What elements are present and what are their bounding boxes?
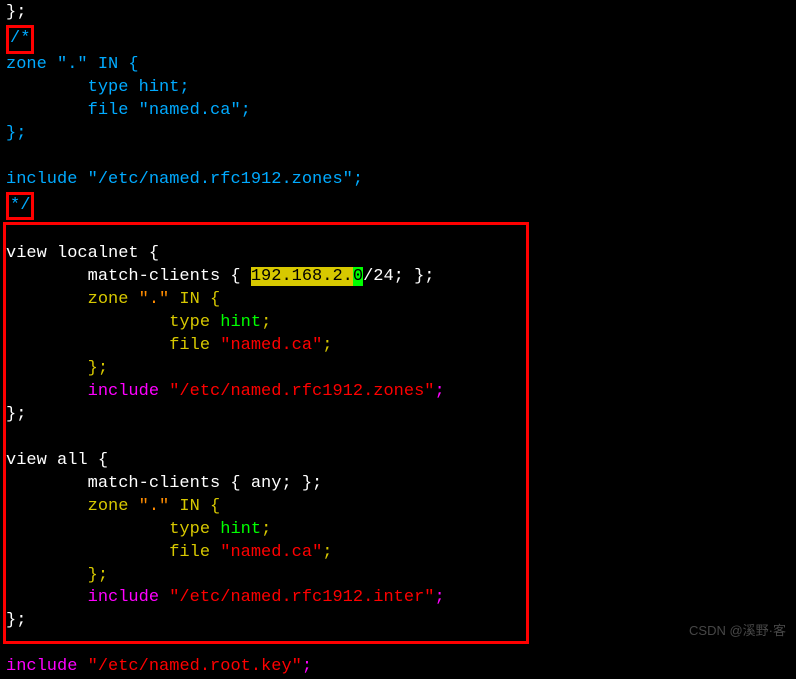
semi: ; bbox=[302, 657, 312, 676]
type-kw: type bbox=[6, 313, 220, 332]
match-clients-any: match-clients { any; }; bbox=[6, 474, 322, 493]
include-kw: include bbox=[6, 382, 169, 401]
include-val: "/etc/named.rfc1912.zones" bbox=[169, 382, 434, 401]
semi: ; bbox=[261, 313, 271, 332]
zone-post: IN { bbox=[169, 497, 220, 516]
zone-line: zone "." IN { bbox=[6, 55, 139, 74]
view-localnet-title: view localnet { bbox=[6, 244, 159, 263]
file-val: "named.ca" bbox=[139, 101, 241, 120]
include-val: "/etc/named.rfc1912.inter" bbox=[169, 588, 434, 607]
view-close: }; bbox=[6, 405, 26, 424]
include-kw: include bbox=[6, 588, 169, 607]
close-comment: */ bbox=[10, 196, 30, 215]
type-val: hint bbox=[220, 520, 261, 539]
include-val: "/etc/named.root.key" bbox=[88, 657, 302, 676]
red-box-close-comment: */ bbox=[6, 192, 34, 221]
zone-kw: zone bbox=[6, 290, 139, 309]
watermark: CSDN @溪野·客 bbox=[689, 622, 786, 640]
semi: ; bbox=[241, 101, 251, 120]
ip-zero: 0 bbox=[353, 267, 363, 286]
file-kw: file bbox=[6, 101, 139, 120]
close-inner: }; bbox=[6, 359, 108, 378]
include-kw: include bbox=[6, 170, 88, 189]
close-brace: }; bbox=[6, 3, 26, 22]
zone-val: "." bbox=[139, 290, 170, 309]
close-brace: }; bbox=[6, 124, 26, 143]
view-close: }; bbox=[6, 611, 26, 630]
type-kw: type bbox=[6, 520, 220, 539]
view-all-title: view all { bbox=[6, 451, 108, 470]
zone-val: "." bbox=[139, 497, 170, 516]
semi: ; bbox=[322, 543, 332, 562]
semi: ; bbox=[434, 588, 444, 607]
zone-post: IN { bbox=[169, 290, 220, 309]
ip-post: /24; }; bbox=[363, 267, 434, 286]
semi: ; bbox=[353, 170, 363, 189]
file-val: "named.ca" bbox=[220, 543, 322, 562]
type-val: hint bbox=[220, 313, 261, 332]
semi: ; bbox=[322, 336, 332, 355]
red-box-open-comment: /* bbox=[6, 25, 34, 54]
include-val: "/etc/named.rfc1912.zones" bbox=[88, 170, 353, 189]
file-kw: file bbox=[6, 543, 220, 562]
include-kw: include bbox=[6, 657, 88, 676]
semi: ; bbox=[434, 382, 444, 401]
file-val: "named.ca" bbox=[220, 336, 322, 355]
close-inner: }; bbox=[6, 566, 108, 585]
match-clients-pre: match-clients { bbox=[6, 267, 251, 286]
open-comment: /* bbox=[10, 29, 30, 48]
semi: ; bbox=[261, 520, 271, 539]
type-line: type hint; bbox=[6, 78, 190, 97]
ip-highlight: 192.168.2. bbox=[251, 267, 353, 286]
zone-kw: zone bbox=[6, 497, 139, 516]
file-kw: file bbox=[6, 336, 220, 355]
